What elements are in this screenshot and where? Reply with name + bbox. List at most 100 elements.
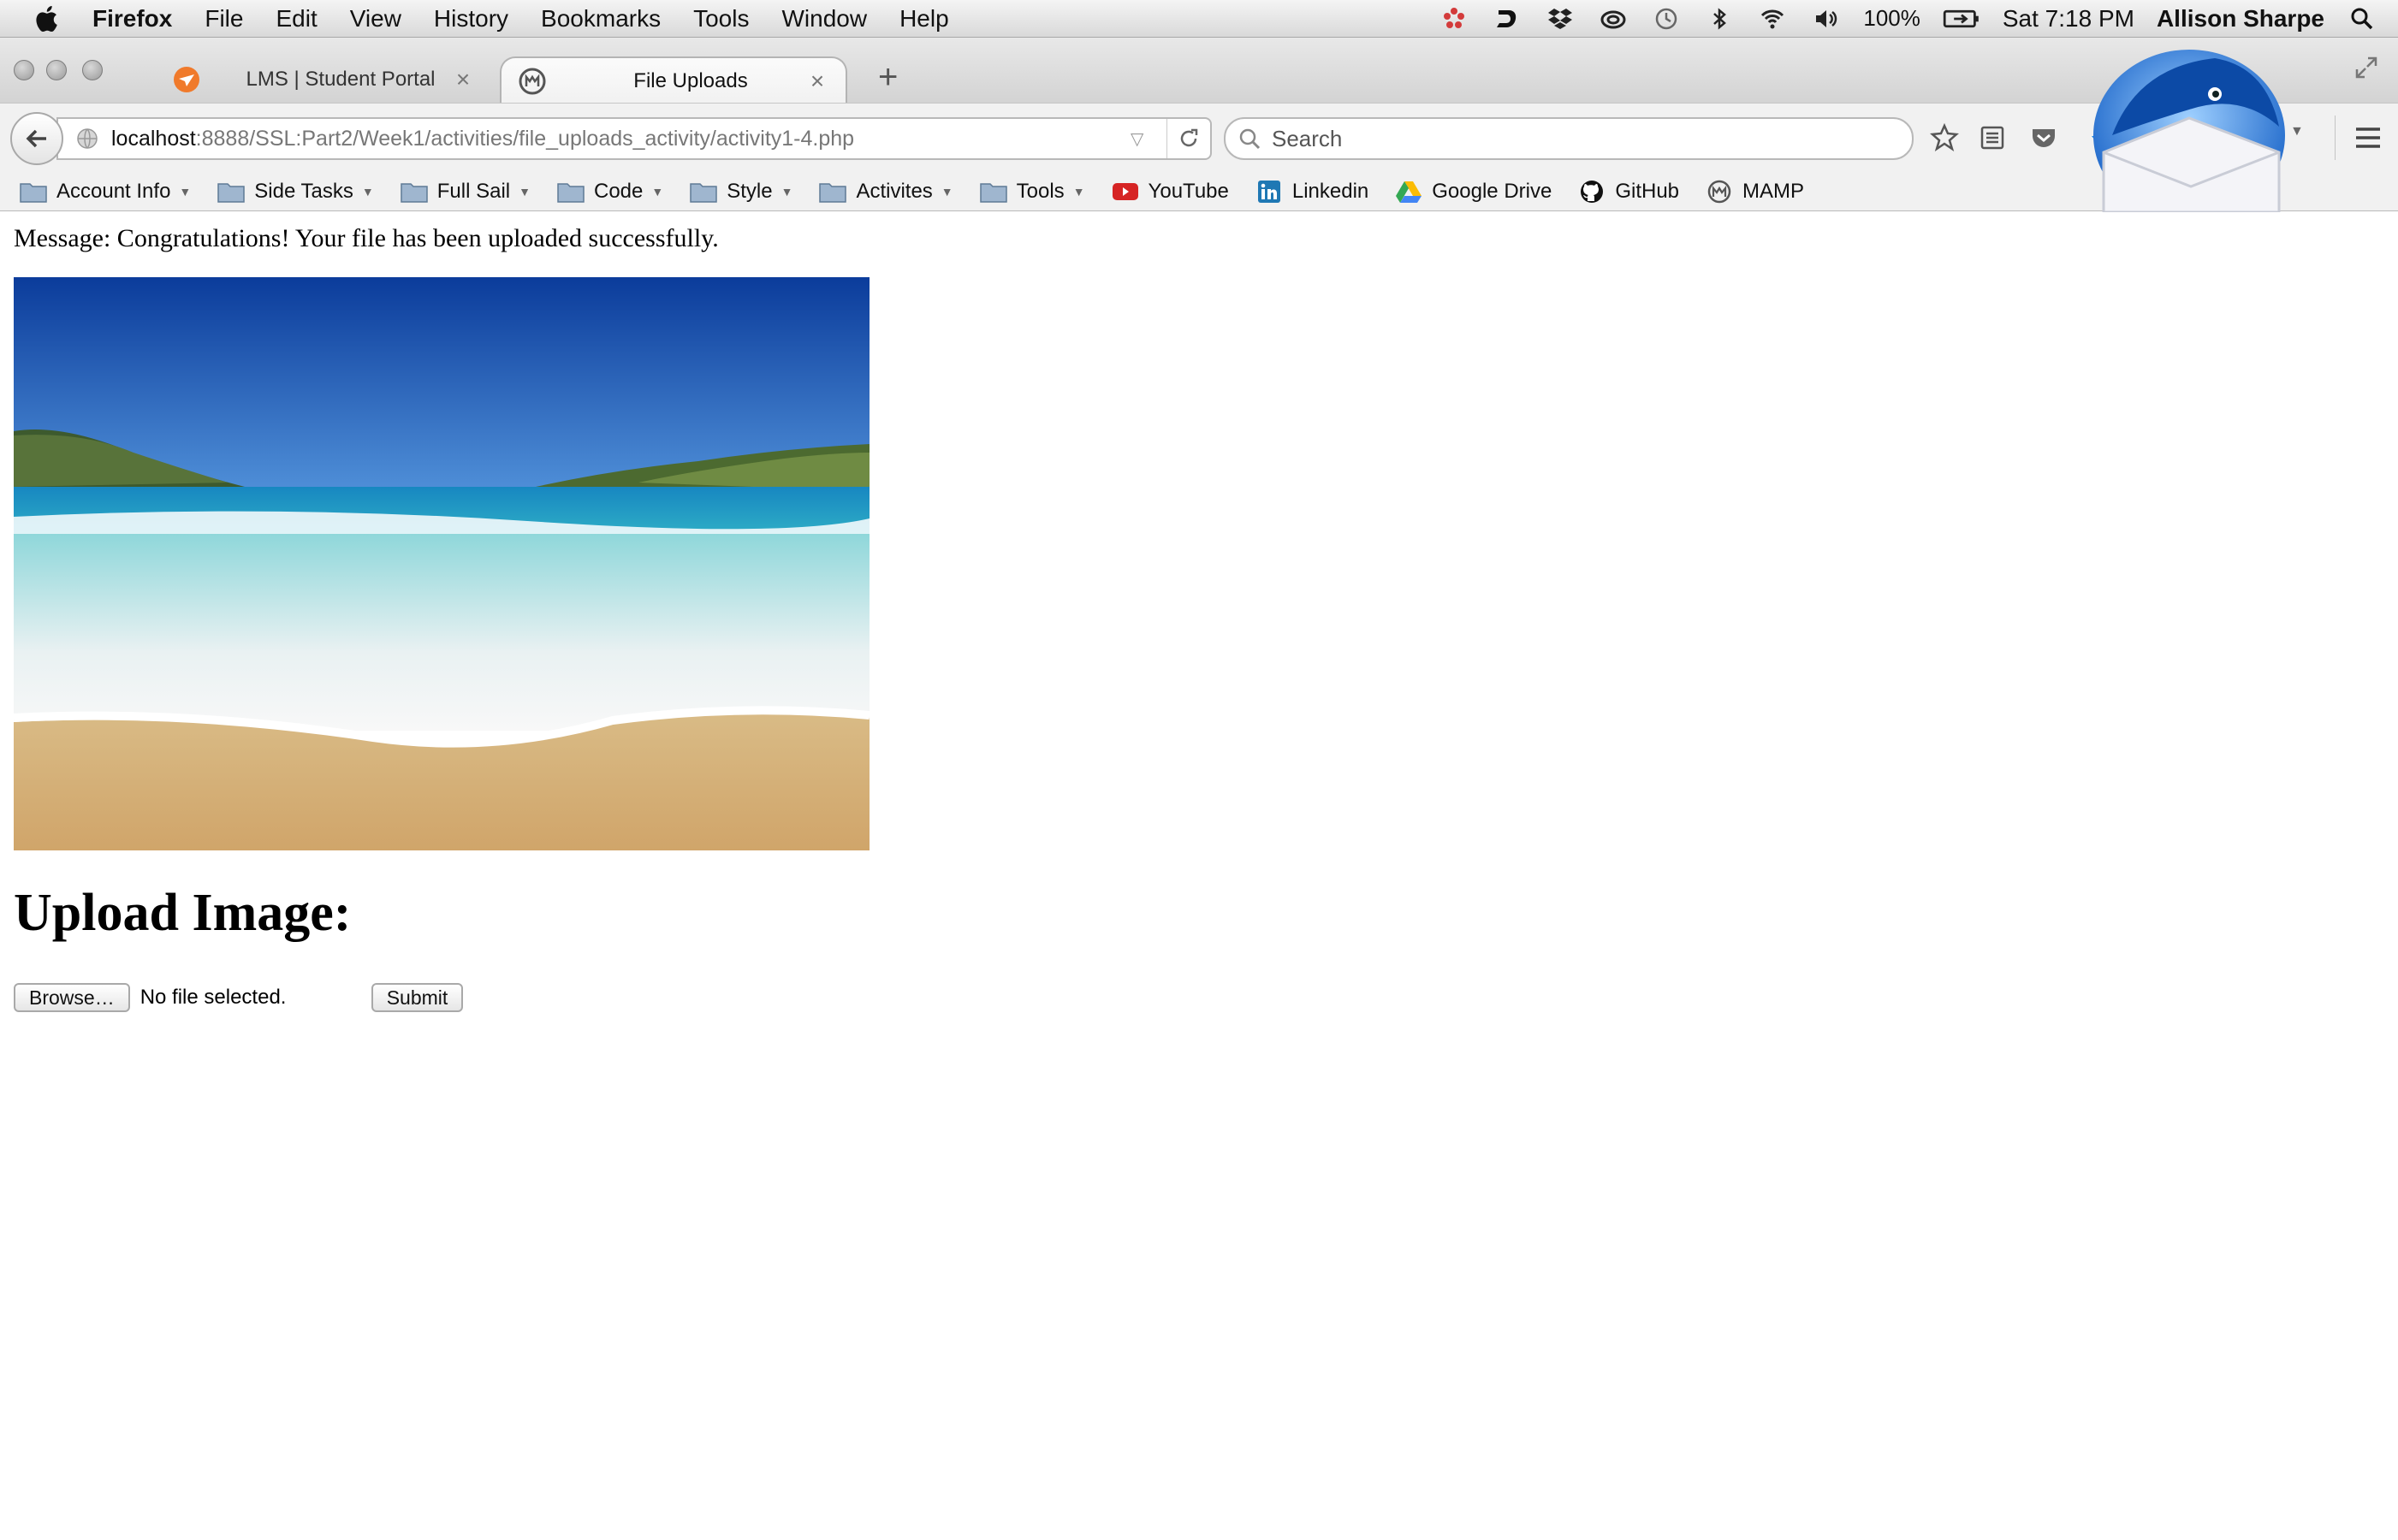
bookmark-folder-activites[interactable]: Activites ▼ (818, 180, 953, 204)
bookmark-linkedin[interactable]: Linkedin (1255, 180, 1368, 204)
upload-image-heading: Upload Image: (14, 884, 352, 942)
tab-label: LMS | Student Portal (246, 68, 436, 91)
apple-icon[interactable] (33, 3, 63, 34)
bookmark-label: MAMP (1742, 180, 1805, 203)
extension-dropdown-icon[interactable]: ▼ (2290, 124, 2321, 155)
thunderbird-icon[interactable] (2086, 33, 2292, 212)
url-host: localhost (111, 126, 196, 151)
bookmark-folder-code[interactable]: Code ▼ (556, 180, 663, 204)
open-menu-icon[interactable] (2353, 126, 2383, 150)
chevron-down-icon: ▼ (781, 185, 793, 198)
back-button[interactable] (10, 112, 63, 165)
window-minimize-button[interactable] (46, 60, 67, 80)
github-icon (1581, 181, 1604, 203)
bookmark-mamp[interactable]: MAMP (1705, 180, 1804, 204)
reload-button[interactable] (1166, 119, 1210, 158)
bookmark-label: GitHub (1615, 180, 1680, 203)
menu-view[interactable]: View (350, 5, 401, 33)
bookmark-folder-side-tasks[interactable]: Side Tasks ▼ (217, 180, 374, 204)
menu-bar: Firefox File Edit View History Bookmarks… (0, 0, 2398, 38)
tab-lms-student-portal[interactable]: LMS | Student Portal × (147, 56, 491, 103)
chevron-down-icon: ▼ (651, 185, 664, 198)
linkedin-icon (1257, 181, 1280, 203)
menu-file[interactable]: File (205, 5, 243, 33)
bookmark-folder-tools[interactable]: Tools ▼ (979, 180, 1085, 204)
status-area: 100% Sat 7:18 PM Allison Sharpe (1439, 0, 2377, 37)
battery-percentage[interactable]: 100% (1863, 5, 1920, 32)
bookmarks-menu-icon[interactable] (1977, 122, 2008, 153)
reload-icon (1180, 128, 1198, 147)
site-identity-icon[interactable] (75, 127, 99, 151)
bookmark-label: Google Drive (1432, 180, 1552, 203)
bookmark-folder-style[interactable]: Style ▼ (689, 180, 792, 204)
menu-window[interactable]: Window (781, 5, 867, 33)
bookmark-label: Style (727, 180, 773, 203)
dashlane-icon[interactable] (1492, 6, 1522, 32)
bookmark-star-icon[interactable] (1929, 122, 1960, 153)
search-bar[interactable]: Search (1224, 117, 1914, 160)
folder-icon (20, 183, 47, 203)
app-menu-firefox[interactable]: Firefox (92, 5, 172, 33)
tab-close-icon[interactable]: × (450, 66, 476, 93)
bookmark-label: Tools (1016, 180, 1065, 203)
toolbar-separator (2335, 116, 2336, 160)
battery-icon[interactable] (1943, 6, 1980, 32)
folder-icon (690, 183, 717, 203)
bookmark-label: Activites (856, 180, 933, 203)
bookmark-youtube[interactable]: YouTube (1111, 180, 1229, 204)
dropbox-icon[interactable] (1545, 6, 1576, 32)
bookmark-google-drive[interactable]: Google Drive (1394, 180, 1552, 204)
browse-button[interactable]: Browse… (14, 983, 130, 1012)
new-tab-button[interactable]: + (878, 60, 898, 94)
search-icon (1239, 128, 1261, 150)
google-drive-icon (1396, 181, 1422, 203)
bookmark-label: Account Info (56, 180, 171, 203)
tab-close-icon[interactable]: × (804, 68, 830, 95)
tab-file-uploads[interactable]: File Uploads × (500, 56, 847, 104)
bookmark-label: YouTube (1148, 180, 1229, 203)
mamp-icon (1707, 180, 1731, 204)
page-content: Message: Congratulations! Your file has … (14, 214, 2376, 1012)
bookmark-github[interactable]: GitHub (1577, 180, 1679, 204)
upload-form: Browse… No file selected. Submit (14, 983, 2376, 1012)
folder-icon (819, 183, 847, 203)
menu-bookmarks[interactable]: Bookmarks (541, 5, 661, 33)
uploaded-beach-image (14, 277, 870, 850)
folder-icon (557, 183, 585, 203)
bookmark-label: Code (593, 180, 644, 203)
folder-icon (217, 183, 246, 203)
chevron-down-icon: ▼ (361, 185, 374, 198)
tab-label: File Uploads (633, 69, 748, 92)
wifi-icon[interactable] (1757, 6, 1788, 32)
url-bar[interactable]: localhost:8888/SSL:Part2/Week1/activitie… (56, 117, 1212, 160)
pocket-icon[interactable] (2028, 122, 2059, 153)
adobe-cloud-icon[interactable] (1598, 6, 1629, 32)
window-zoom-button[interactable] (82, 60, 103, 80)
bookmarks-toolbar: Account Info ▼ Side Tasks ▼ Full Sail ▼ Cod… (0, 173, 2398, 211)
folder-icon (401, 183, 428, 203)
menu-help[interactable]: Help (899, 5, 949, 33)
search-placeholder: Search (1272, 125, 1343, 151)
chevron-down-icon: ▼ (179, 185, 192, 198)
url-dropdown-icon[interactable]: ▽ (1131, 128, 1156, 150)
submit-button[interactable]: Submit (371, 983, 464, 1012)
current-user-menu[interactable]: Allison Sharpe (2157, 5, 2324, 33)
menubar-clock[interactable]: Sat 7:18 PM (2003, 5, 2134, 33)
spotlight-search-icon[interactable] (2347, 6, 2377, 32)
fullscreen-icon[interactable] (2353, 55, 2379, 80)
menu-history[interactable]: History (434, 5, 508, 33)
bookmark-folder-full-sail[interactable]: Full Sail ▼ (400, 180, 531, 204)
menu-tools[interactable]: Tools (693, 5, 749, 33)
folder-icon (979, 183, 1007, 203)
volume-icon[interactable] (1810, 6, 1841, 32)
bookmark-folder-account-info[interactable]: Account Info ▼ (19, 180, 191, 204)
window-close-button[interactable] (14, 60, 34, 80)
time-machine-icon[interactable] (1651, 6, 1682, 32)
menu-edit[interactable]: Edit (276, 5, 317, 33)
chevron-down-icon: ▼ (941, 185, 953, 198)
mamp-icon (519, 68, 546, 95)
chevron-down-icon: ▼ (1072, 185, 1085, 198)
url-text[interactable]: localhost:8888/SSL:Part2/Week1/activitie… (111, 127, 1131, 151)
bluetooth-icon[interactable] (1704, 6, 1735, 32)
creative-cloud-sync-icon[interactable] (1439, 6, 1469, 32)
